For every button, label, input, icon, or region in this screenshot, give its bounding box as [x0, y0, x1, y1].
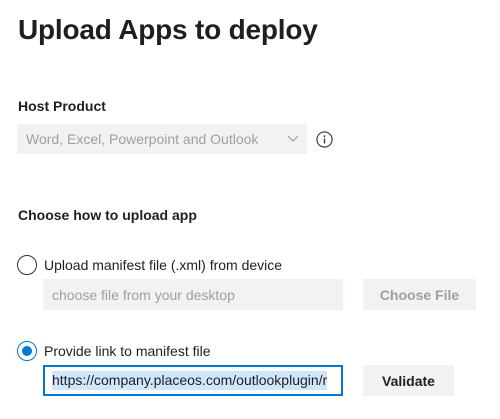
- upload-method-label: Choose how to upload app: [18, 207, 197, 223]
- upload-apps-panel: Upload Apps to deploy Host Product Word,…: [0, 0, 500, 419]
- radio-option-provide-link[interactable]: Provide link to manifest file: [17, 341, 211, 361]
- provide-link-radio-label: Provide link to manifest file: [44, 343, 211, 359]
- file-path-input: choose file from your desktop: [43, 279, 343, 310]
- host-product-selected-value: Word, Excel, Powerpoint and Outlook: [26, 131, 259, 147]
- upload-file-radio-label: Upload manifest file (.xml) from device: [44, 257, 283, 273]
- host-product-label: Host Product: [18, 98, 106, 114]
- page-title: Upload Apps to deploy: [18, 14, 318, 45]
- manifest-url-value: https://company.placeos.com/outlookplugi…: [52, 371, 328, 390]
- validate-button[interactable]: Validate: [363, 365, 454, 396]
- info-icon[interactable]: [316, 131, 333, 148]
- upload-file-radio[interactable]: [17, 255, 37, 275]
- file-path-placeholder: choose file from your desktop: [52, 286, 235, 303]
- manifest-url-input[interactable]: https://company.placeos.com/outlookplugi…: [43, 365, 343, 396]
- host-product-dropdown[interactable]: Word, Excel, Powerpoint and Outlook: [17, 124, 307, 154]
- provide-link-radio[interactable]: [17, 341, 37, 361]
- chevron-down-icon: [287, 135, 299, 142]
- choose-file-button[interactable]: Choose File: [363, 279, 476, 310]
- radio-option-upload-file[interactable]: Upload manifest file (.xml) from device: [17, 255, 282, 275]
